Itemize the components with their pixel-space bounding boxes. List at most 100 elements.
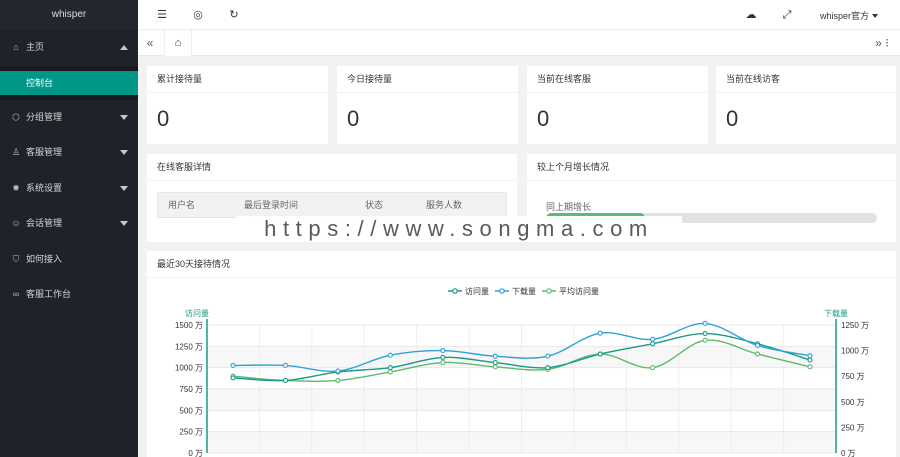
sidebar-item-label: 如何接入	[26, 253, 63, 264]
stat-card-today: 今日接待量 0	[337, 66, 518, 144]
legend-label: 平均访问量	[559, 286, 599, 296]
column-header[interactable]: 服务人数	[426, 193, 462, 217]
theme-icon[interactable]: ☁	[744, 8, 758, 22]
chevron-down-icon	[120, 150, 128, 155]
data-point	[545, 353, 551, 359]
column-header[interactable]: 最后登录时间	[244, 193, 298, 217]
y-left-tick: 1500 万	[175, 321, 203, 330]
stat-title: 今日接待量	[337, 66, 518, 93]
box-icon: ⬡	[12, 111, 20, 122]
data-point	[807, 364, 813, 370]
y-left-tick: 1000 万	[175, 364, 203, 373]
stat-value: 0	[157, 106, 170, 131]
sidebar-item[interactable]: ✹ 系统设置	[0, 171, 138, 207]
data-point	[440, 354, 446, 360]
data-point	[702, 320, 708, 327]
stat-title: 累计接待量	[147, 66, 328, 93]
y-right-tick: 1250 万	[841, 321, 869, 330]
panel-title: 较上个月增长情况	[527, 154, 896, 181]
tab-home[interactable]: ⌂	[164, 30, 192, 56]
sidebar-item[interactable]: ⬡ 分组管理	[0, 100, 138, 136]
y-right-tick: 250 万	[841, 423, 865, 432]
data-point	[335, 377, 341, 384]
y-left-tick: 750 万	[179, 385, 203, 394]
chart-panel: 最近30天接待情况 0 万 250 万 500 万 750 万 1000 万 1250 万…	[147, 251, 896, 457]
data-point	[492, 353, 498, 359]
refresh-icon[interactable]: ↻	[227, 8, 241, 22]
stat-title: 当前在线访客	[716, 66, 896, 93]
data-point	[545, 365, 551, 371]
top-header: ☰ ◎ ↻ ☁ ⤢ whisper官方	[138, 0, 900, 30]
gear-icon: ✹	[12, 182, 20, 193]
y-right-label: 下载量	[824, 308, 848, 318]
globe-icon[interactable]: ◎	[191, 8, 205, 22]
sidebar-item-label: 客服工作台	[26, 289, 72, 299]
y-right-tick: 500 万	[841, 398, 865, 407]
home-icon: ⌂	[174, 37, 182, 49]
data-point	[440, 348, 446, 354]
sidebar-subitem-console[interactable]: 控制台	[0, 70, 138, 95]
stat-card-online-agents: 当前在线客服 0	[527, 66, 708, 144]
sidebar-item-label: 客服管理	[26, 147, 63, 157]
chevron-down-icon	[120, 221, 128, 226]
data-point	[754, 351, 761, 357]
data-point	[754, 342, 761, 349]
y-right-tick: 0 万	[841, 449, 856, 457]
y-left-tick: 250 万	[179, 428, 203, 437]
column-header[interactable]: 用户名	[168, 193, 195, 217]
panel-title: 最近30天接待情况	[147, 251, 896, 278]
sidebar-item-label: 系统设置	[26, 182, 63, 193]
data-point	[597, 330, 603, 336]
data-point	[440, 359, 446, 366]
data-point	[492, 364, 498, 370]
data-point	[492, 359, 498, 366]
data-point	[387, 352, 393, 358]
sidebar-item[interactable]: ⛉ 如何接入	[0, 242, 138, 278]
tabs-bar: « ⌂ » ⁝	[138, 30, 900, 56]
legend-marker	[546, 288, 552, 294]
sidebar-item[interactable]: ⌂ 主页	[0, 30, 138, 66]
stat-card-total: 累计接待量 0	[147, 66, 328, 144]
data-point	[230, 375, 236, 381]
legend-label: 访问量	[465, 286, 489, 296]
user-menu[interactable]: whisper官方	[820, 9, 878, 22]
data-point	[387, 365, 393, 371]
data-point	[282, 362, 289, 368]
sidebar-menu: ⌂ 主页控制台 ⬡ 分组管理 ♙ 客服管理 ✹ 系统设置 ☺ 会话管理 ⛉ 如何接入 ∞ 客服工作台	[0, 30, 138, 313]
data-point	[807, 357, 813, 363]
chevron-down-icon	[120, 185, 128, 191]
sidebar-item-label: 会话管理	[26, 218, 63, 228]
legend-label: 下载量	[512, 286, 536, 296]
data-point	[282, 377, 289, 384]
stat-card-online-visitors: 当前在线访客 0	[716, 66, 896, 144]
shield-icon: ⛉	[12, 253, 20, 264]
data-point	[230, 362, 236, 368]
chevron-up-icon	[120, 45, 128, 50]
y-left-label: 访问量	[185, 308, 209, 318]
column-header[interactable]: 状态	[365, 193, 383, 217]
stat-title: 当前在线客服	[527, 66, 708, 93]
chevron-down-icon	[120, 114, 128, 120]
user-icon: ♙	[11, 147, 21, 157]
y-left-tick: 500 万	[179, 406, 203, 415]
data-point	[387, 369, 393, 375]
sidebar-item-label: 分组管理	[26, 111, 63, 122]
y-left-tick: 1250 万	[175, 342, 203, 351]
legend-marker	[499, 288, 505, 294]
tabs-next-icon[interactable]: » ⁝	[864, 30, 900, 56]
sidebar-item[interactable]: ∞ 客服工作台	[0, 277, 138, 313]
sidebar-item[interactable]: ☺ 会话管理	[0, 206, 138, 242]
legend-marker	[452, 288, 458, 294]
data-point	[335, 368, 341, 374]
sidebar-item-label: 主页	[26, 42, 45, 52]
tabs-prev-icon[interactable]: «	[138, 30, 162, 56]
data-point	[597, 351, 603, 357]
data-point	[650, 336, 656, 342]
table-header: 用户名 最后登录时间 状态 服务人数	[157, 192, 507, 218]
stat-value: 0	[726, 106, 739, 131]
sidebar-item[interactable]: ♙ 客服管理	[0, 135, 138, 171]
growth-label: 同上期增长	[546, 202, 592, 212]
menu-toggle-icon[interactable]: ☰	[155, 8, 169, 22]
fullscreen-icon[interactable]: ⤢	[780, 8, 794, 22]
stat-value: 0	[537, 106, 550, 131]
